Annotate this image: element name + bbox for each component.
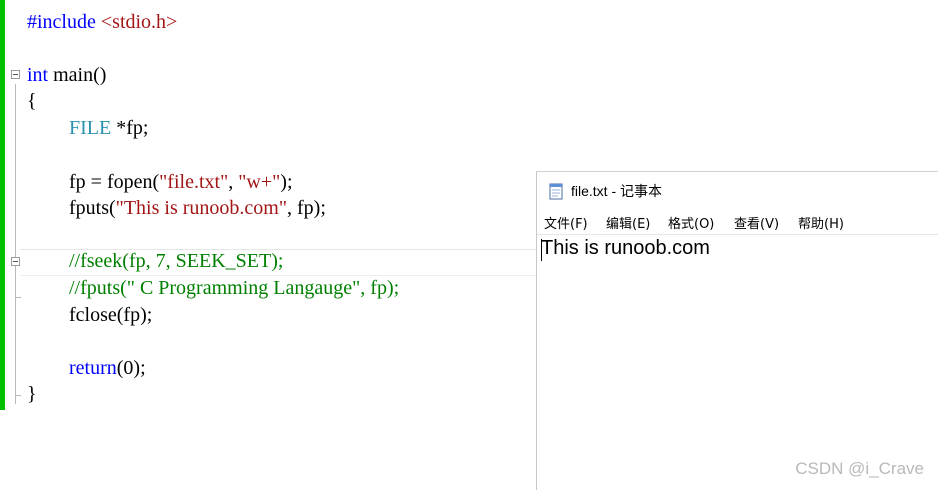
- arg-separator: ,: [228, 171, 239, 193]
- menu-view[interactable]: 查看(V): [734, 213, 779, 232]
- notepad-text-area[interactable]: This is runoob.com: [537, 234, 938, 491]
- keyword-int: int: [27, 64, 49, 86]
- fputs-call: fputs(: [69, 197, 116, 219]
- code-line-fputs-comment[interactable]: //fputs(" C Programming Langauge", fp);: [69, 275, 399, 302]
- notepad-menubar: 文件(F) 编辑(E) 格式(O) 查看(V) 帮助(H): [537, 211, 938, 233]
- include-header: <stdio.h>: [95, 11, 178, 33]
- main-signature: main(): [48, 64, 107, 86]
- keyword-return: return: [69, 357, 117, 379]
- string-content: "This is runoob.com": [115, 197, 287, 219]
- fopen-call: fp = fopen(: [69, 171, 160, 193]
- code-line-fopen[interactable]: fp = fopen("file.txt", "w+");: [69, 169, 293, 196]
- preprocessor-directive: #include: [27, 11, 96, 33]
- collapse-main-toggle[interactable]: [11, 70, 20, 79]
- watermark: CSDN @i_Crave: [795, 459, 924, 478]
- string-mode: "w+": [238, 171, 281, 193]
- change-tracking-bar: [0, 0, 5, 410]
- menu-file[interactable]: 文件(F): [544, 213, 588, 232]
- notepad-icon: [549, 183, 563, 200]
- code-line-main-signature[interactable]: int main(): [27, 62, 106, 89]
- code-line-open-brace[interactable]: {: [27, 88, 37, 115]
- notepad-window[interactable]: file.txt - 记事本 文件(F) 编辑(E) 格式(O) 查看(V) 帮…: [536, 171, 938, 490]
- notepad-title: file.txt - 记事本: [571, 183, 663, 199]
- close-brace: }: [27, 383, 37, 405]
- fputs-args-rest: , fp);: [287, 197, 326, 219]
- outline-rail-comment-end: [15, 297, 21, 298]
- outline-rail-end: [15, 395, 21, 396]
- notepad-titlebar[interactable]: file.txt - 记事本: [537, 172, 938, 208]
- code-line-fputs[interactable]: fputs("This is runoob.com", fp);: [69, 195, 326, 222]
- code-line-close-brace[interactable]: }: [27, 381, 37, 408]
- collapse-comment-toggle[interactable]: [11, 257, 20, 266]
- menu-edit[interactable]: 编辑(E): [606, 213, 650, 232]
- file-decl-rest: *fp;: [111, 117, 149, 139]
- fopen-close: );: [280, 171, 293, 193]
- notepad-content: This is runoob.com: [541, 237, 710, 259]
- menu-help[interactable]: 帮助(H): [798, 213, 844, 232]
- string-filename: "file.txt": [159, 171, 229, 193]
- menu-format[interactable]: 格式(O): [668, 213, 714, 232]
- code-line-fseek-comment[interactable]: //fseek(fp, 7, SEEK_SET);: [69, 248, 283, 275]
- code-line-fclose[interactable]: fclose(fp);: [69, 302, 152, 329]
- code-line-file-decl[interactable]: FILE *fp;: [69, 115, 148, 142]
- text-caret: [541, 239, 542, 261]
- code-line-return[interactable]: return(0);: [69, 355, 146, 382]
- open-brace: {: [27, 90, 37, 112]
- return-value: (0);: [116, 357, 146, 379]
- code-line-include[interactable]: #include <stdio.h>: [27, 9, 177, 36]
- outline-rail: [15, 84, 16, 404]
- type-file: FILE: [69, 117, 112, 139]
